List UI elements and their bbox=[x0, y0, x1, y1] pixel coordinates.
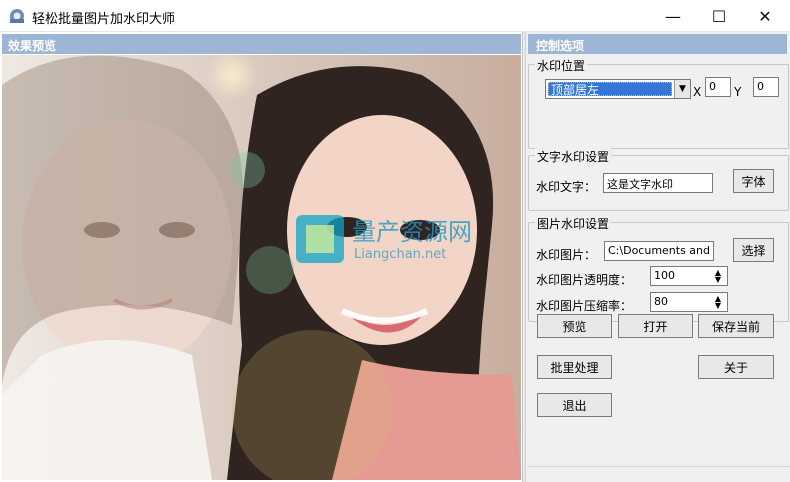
control-panel: 控制选项 水印位置 顶部居左 ▼ X 0 Y 0 文字水印设置 水印文字： 这是… bbox=[525, 32, 790, 482]
y-input[interactable]: 0 bbox=[753, 77, 779, 97]
watermark-position-select[interactable]: 顶部居左 ▼ bbox=[545, 79, 691, 99]
opacity-label: 水印图片透明度： bbox=[536, 273, 633, 287]
preview-header: 效果预览 bbox=[2, 34, 521, 54]
minimize-icon: — bbox=[665, 6, 681, 26]
open-button[interactable]: 打开 bbox=[618, 314, 693, 338]
watermark-logo: 量产资源网 Liangchan.net bbox=[296, 215, 472, 263]
preview-photo: 量产资源网 Liangchan.net bbox=[2, 55, 521, 480]
title-bar: 轻松批量图片加水印大师 — ☐ ✕ bbox=[0, 0, 790, 32]
compression-label: 水印图片压缩率： bbox=[536, 299, 633, 313]
image-path-input[interactable]: C:\Documents and Se bbox=[604, 241, 714, 261]
watermark-position-group: 水印位置 顶部居左 ▼ X 0 Y 0 bbox=[528, 57, 789, 149]
y-label: Y bbox=[734, 85, 742, 99]
select-button[interactable]: 选择 bbox=[733, 238, 774, 262]
maximize-button[interactable]: ☐ bbox=[696, 0, 742, 32]
app-icon bbox=[10, 9, 24, 23]
preview-image: 量产资源网 Liangchan.net bbox=[2, 55, 521, 480]
watermark-logo-sub: Liangchan.net bbox=[354, 247, 446, 262]
x-input[interactable]: 0 bbox=[705, 77, 731, 97]
watermark-position-selected: 顶部居左 bbox=[548, 82, 672, 97]
close-icon: ✕ bbox=[758, 6, 772, 26]
opacity-value: 100 bbox=[654, 269, 675, 282]
compression-input[interactable]: 80 ▲ ▼ bbox=[650, 292, 728, 312]
text-watermark-input[interactable]: 这是文字水印 bbox=[603, 173, 713, 193]
exit-button[interactable]: 退出 bbox=[537, 393, 612, 417]
image-watermark-title: 图片水印设置 bbox=[535, 215, 612, 232]
text-watermark-label: 水印文字： bbox=[536, 180, 597, 194]
minimize-button[interactable]: — bbox=[650, 0, 696, 32]
text-watermark-title: 文字水印设置 bbox=[535, 148, 612, 165]
close-button[interactable]: ✕ bbox=[742, 0, 788, 32]
opacity-input[interactable]: 100 ▲ ▼ bbox=[650, 266, 728, 286]
dropdown-arrow-icon: ▼ bbox=[674, 80, 690, 98]
text-watermark-group: 文字水印设置 水印文字： 这是文字水印 字体 bbox=[528, 148, 789, 211]
spinner-icon[interactable]: ▲ ▼ bbox=[710, 267, 726, 285]
status-strip bbox=[527, 466, 790, 480]
watermark-logo-main: 量产资源网 bbox=[352, 218, 472, 246]
watermark-position-title: 水印位置 bbox=[535, 57, 588, 74]
batch-process-button[interactable]: 批里处理 bbox=[537, 355, 612, 379]
control-panel-header: 控制选项 bbox=[528, 34, 787, 54]
about-button[interactable]: 关于 bbox=[698, 355, 774, 379]
save-current-button[interactable]: 保存当前 bbox=[698, 314, 774, 338]
image-watermark-group: 图片水印设置 水印图片： C:\Documents and Se 选择 水印图片… bbox=[528, 215, 789, 322]
spinner-icon[interactable]: ▲ ▼ bbox=[710, 293, 726, 311]
compression-value: 80 bbox=[654, 295, 668, 308]
image-watermark-label: 水印图片： bbox=[536, 248, 597, 262]
maximize-icon: ☐ bbox=[711, 6, 727, 26]
preview-button[interactable]: 预览 bbox=[537, 314, 612, 338]
font-button[interactable]: 字体 bbox=[733, 169, 774, 193]
x-label: X bbox=[693, 85, 702, 99]
window-title: 轻松批量图片加水印大师 bbox=[32, 12, 176, 27]
